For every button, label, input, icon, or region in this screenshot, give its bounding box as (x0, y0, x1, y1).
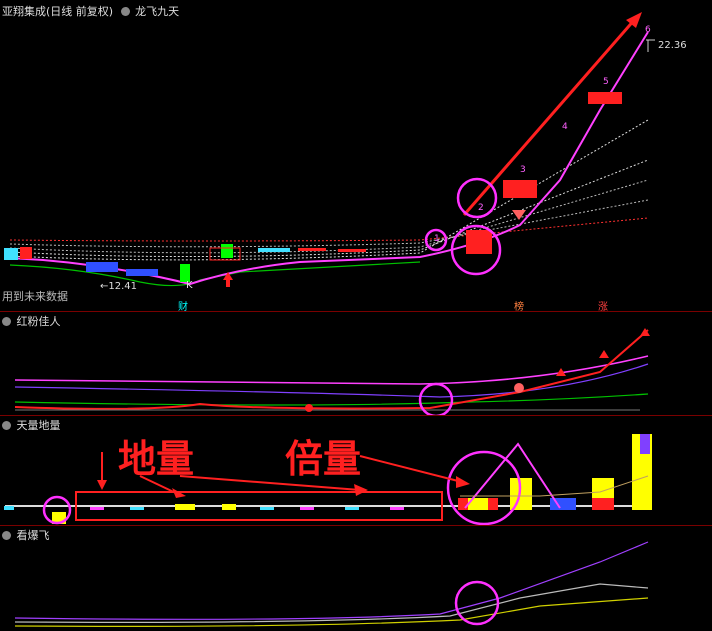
wave-label-4: 4 (562, 122, 568, 132)
annotation-low-volume: 地量 (118, 437, 195, 481)
wave-label-2: 2 (478, 203, 484, 213)
panel4-canvas (14, 541, 649, 627)
main-chart-panel[interactable]: 亚翔集成(日线 前复权) 龙飞九天 用到未来数据 ←12.41 22.36 K … (0, 0, 712, 313)
future-data-note: 用到未来数据 (2, 290, 68, 303)
low-price-label: ←12.41 (100, 281, 138, 292)
panel-kanbaofei[interactable]: 看爆飞 (0, 526, 712, 631)
wave-label-1: 1 (434, 234, 440, 244)
wave-label-3: 3 (520, 165, 526, 175)
wave-label-6: 6 (645, 25, 651, 35)
annotation-double-volume: 倍量 (285, 437, 362, 481)
wave-label-5: 5 (603, 77, 609, 87)
main-chart-canvas (4, 12, 655, 287)
k-marker: K (186, 280, 193, 291)
high-price-label: 22.36 (658, 40, 687, 51)
panel-volume[interactable]: 天量地量 地量 倍量 (0, 416, 712, 526)
panel-hongfen[interactable]: 红粉佳人 (0, 312, 712, 416)
panel2-canvas (14, 328, 650, 416)
